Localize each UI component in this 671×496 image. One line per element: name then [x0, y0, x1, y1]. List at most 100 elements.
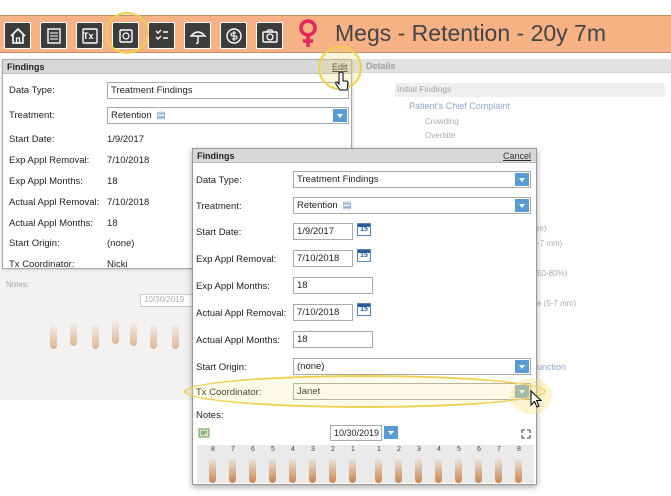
field-label: Actual Appl Months:	[9, 218, 93, 229]
hand-cursor-icon	[335, 72, 349, 91]
tooth-number: 1	[377, 446, 381, 453]
tooth-number: 8	[211, 446, 215, 453]
field-label: Exp Appl Months:	[9, 176, 83, 187]
bg-panel-header: Findings	[3, 60, 351, 74]
tooth[interactable]	[455, 459, 462, 483]
tasks-button[interactable]	[148, 22, 175, 49]
start-date-value: 1/9/2017	[107, 134, 144, 145]
tooth[interactable]	[475, 459, 482, 483]
tooth-number: 8	[517, 446, 521, 453]
field-label: Actual Appl Removal:	[9, 197, 100, 208]
chief-complaint-link[interactable]: Patient's Chief Complaint	[409, 101, 510, 111]
dropdown-arrow-icon[interactable]	[384, 426, 398, 439]
tooth[interactable]	[309, 459, 316, 483]
tooth[interactable]	[435, 459, 442, 483]
field-label: Actual Appl Removal:	[196, 308, 287, 319]
tooth[interactable]	[395, 459, 402, 483]
calendar-icon[interactable]: 15	[357, 303, 371, 316]
dropdown-arrow-icon[interactable]	[515, 173, 529, 186]
initial-findings-label: Initial Findings	[397, 84, 452, 94]
tooth[interactable]	[329, 459, 336, 483]
tooth-number: 4	[437, 446, 441, 453]
details-fragment: -7 mm)	[537, 239, 563, 248]
treatment-select[interactable]: Retention ▤	[107, 107, 349, 124]
calendar-icon[interactable]: 15	[357, 223, 371, 236]
tooth[interactable]	[229, 459, 236, 483]
tooth[interactable]	[249, 459, 256, 483]
details-fragment: 50-80%)	[537, 269, 568, 278]
tooth-number: 1	[351, 446, 355, 453]
tx-button[interactable]: Tx	[76, 22, 103, 49]
exp-removal-input[interactable]: 7/10/2018	[293, 250, 353, 267]
exp-months-input[interactable]: 18	[293, 277, 373, 294]
findings-editor-panel: Findings Cancel Data Type: Treatment Fin…	[192, 148, 537, 485]
tooth[interactable]	[495, 459, 502, 483]
tooth[interactable]	[415, 459, 422, 483]
dropdown-arrow-icon[interactable]	[333, 109, 347, 122]
tooth-number: 7	[497, 446, 501, 453]
billing-button[interactable]	[220, 22, 247, 49]
cancel-link[interactable]: Cancel	[503, 151, 531, 161]
actual-months-input[interactable]: 18	[293, 331, 373, 348]
checklist-icon	[47, 28, 61, 44]
home-icon	[10, 27, 26, 44]
field-label: Exp Appl Removal:	[9, 155, 90, 166]
patient-title: Megs - Retention - 20y 7m	[335, 20, 607, 46]
bg-notes-label: Notes:	[6, 280, 30, 289]
actual-removal-value: 7/10/2018	[107, 197, 150, 208]
details-header: Details	[352, 59, 671, 73]
camera-button[interactable]	[256, 22, 283, 49]
insurance-button[interactable]	[184, 22, 211, 49]
field-label: Tx Coordinator:	[9, 259, 75, 270]
exp-months-value: 18	[107, 176, 118, 187]
start-origin-select[interactable]: (none)	[293, 358, 531, 375]
treatment-select[interactable]: Retention ▤	[293, 197, 531, 214]
arrow-cursor-icon	[530, 390, 543, 408]
tooth-number: 2	[397, 446, 401, 453]
field-label: Start Origin:	[9, 238, 60, 249]
actual-months-value: 18	[107, 218, 118, 229]
tooth-number: 6	[251, 446, 255, 453]
notes-date-select[interactable]: 10/30/2019	[330, 425, 382, 441]
dropdown-arrow-icon[interactable]	[515, 199, 529, 212]
coordinator-highlight	[184, 375, 546, 408]
tooth[interactable]	[269, 459, 276, 483]
details-fragment-link[interactable]: unction	[537, 362, 566, 372]
crowding-label: Crowding	[425, 117, 459, 126]
data-type-select[interactable]: Treatment Findings	[293, 171, 531, 188]
field-label: Data Type:	[9, 85, 55, 96]
checklist-button[interactable]	[40, 22, 67, 49]
tooth-number: 5	[271, 446, 275, 453]
tooth-number: 4	[291, 446, 295, 453]
field-label: Actual Appl Months:	[196, 335, 280, 346]
billing-icon	[226, 28, 242, 44]
editor-header: Findings	[193, 149, 536, 163]
details-fragment: m)	[537, 224, 547, 233]
tooth-number: 7	[231, 446, 235, 453]
tooth-number: 2	[331, 446, 335, 453]
home-button[interactable]	[4, 22, 31, 49]
tooth[interactable]	[515, 459, 522, 483]
tooth-number: 3	[417, 446, 421, 453]
dropdown-arrow-icon[interactable]	[515, 360, 529, 373]
start-date-input[interactable]: 1/9/2017	[293, 223, 353, 240]
tooth[interactable]	[375, 459, 382, 483]
data-type-field[interactable]: Treatment Findings	[107, 82, 349, 99]
tooth[interactable]	[349, 459, 356, 483]
details-fragment: e (5-7 mm)	[537, 299, 577, 308]
dental-chart[interactable]: 8 7 6 5 4 3 2 1 1 2 3 4 5 6 7 8	[197, 445, 534, 483]
tooth[interactable]	[209, 459, 216, 483]
field-label: Start Origin:	[196, 362, 247, 373]
tasks-icon	[155, 29, 168, 40]
tooth-number: 3	[311, 446, 315, 453]
calendar-icon[interactable]: 15	[357, 249, 371, 262]
tooth[interactable]	[289, 459, 296, 483]
notes-edit-icon[interactable]	[198, 428, 210, 438]
start-origin-value: (none)	[107, 238, 135, 249]
umbrella-icon	[189, 31, 207, 45]
field-label: Start Date:	[9, 134, 55, 145]
expand-icon[interactable]	[521, 429, 531, 439]
bg-date-field: 10/30/2019	[140, 294, 195, 307]
actual-removal-input[interactable]: 7/10/2018	[293, 304, 353, 321]
coordinator-value: Nicki	[107, 259, 128, 270]
